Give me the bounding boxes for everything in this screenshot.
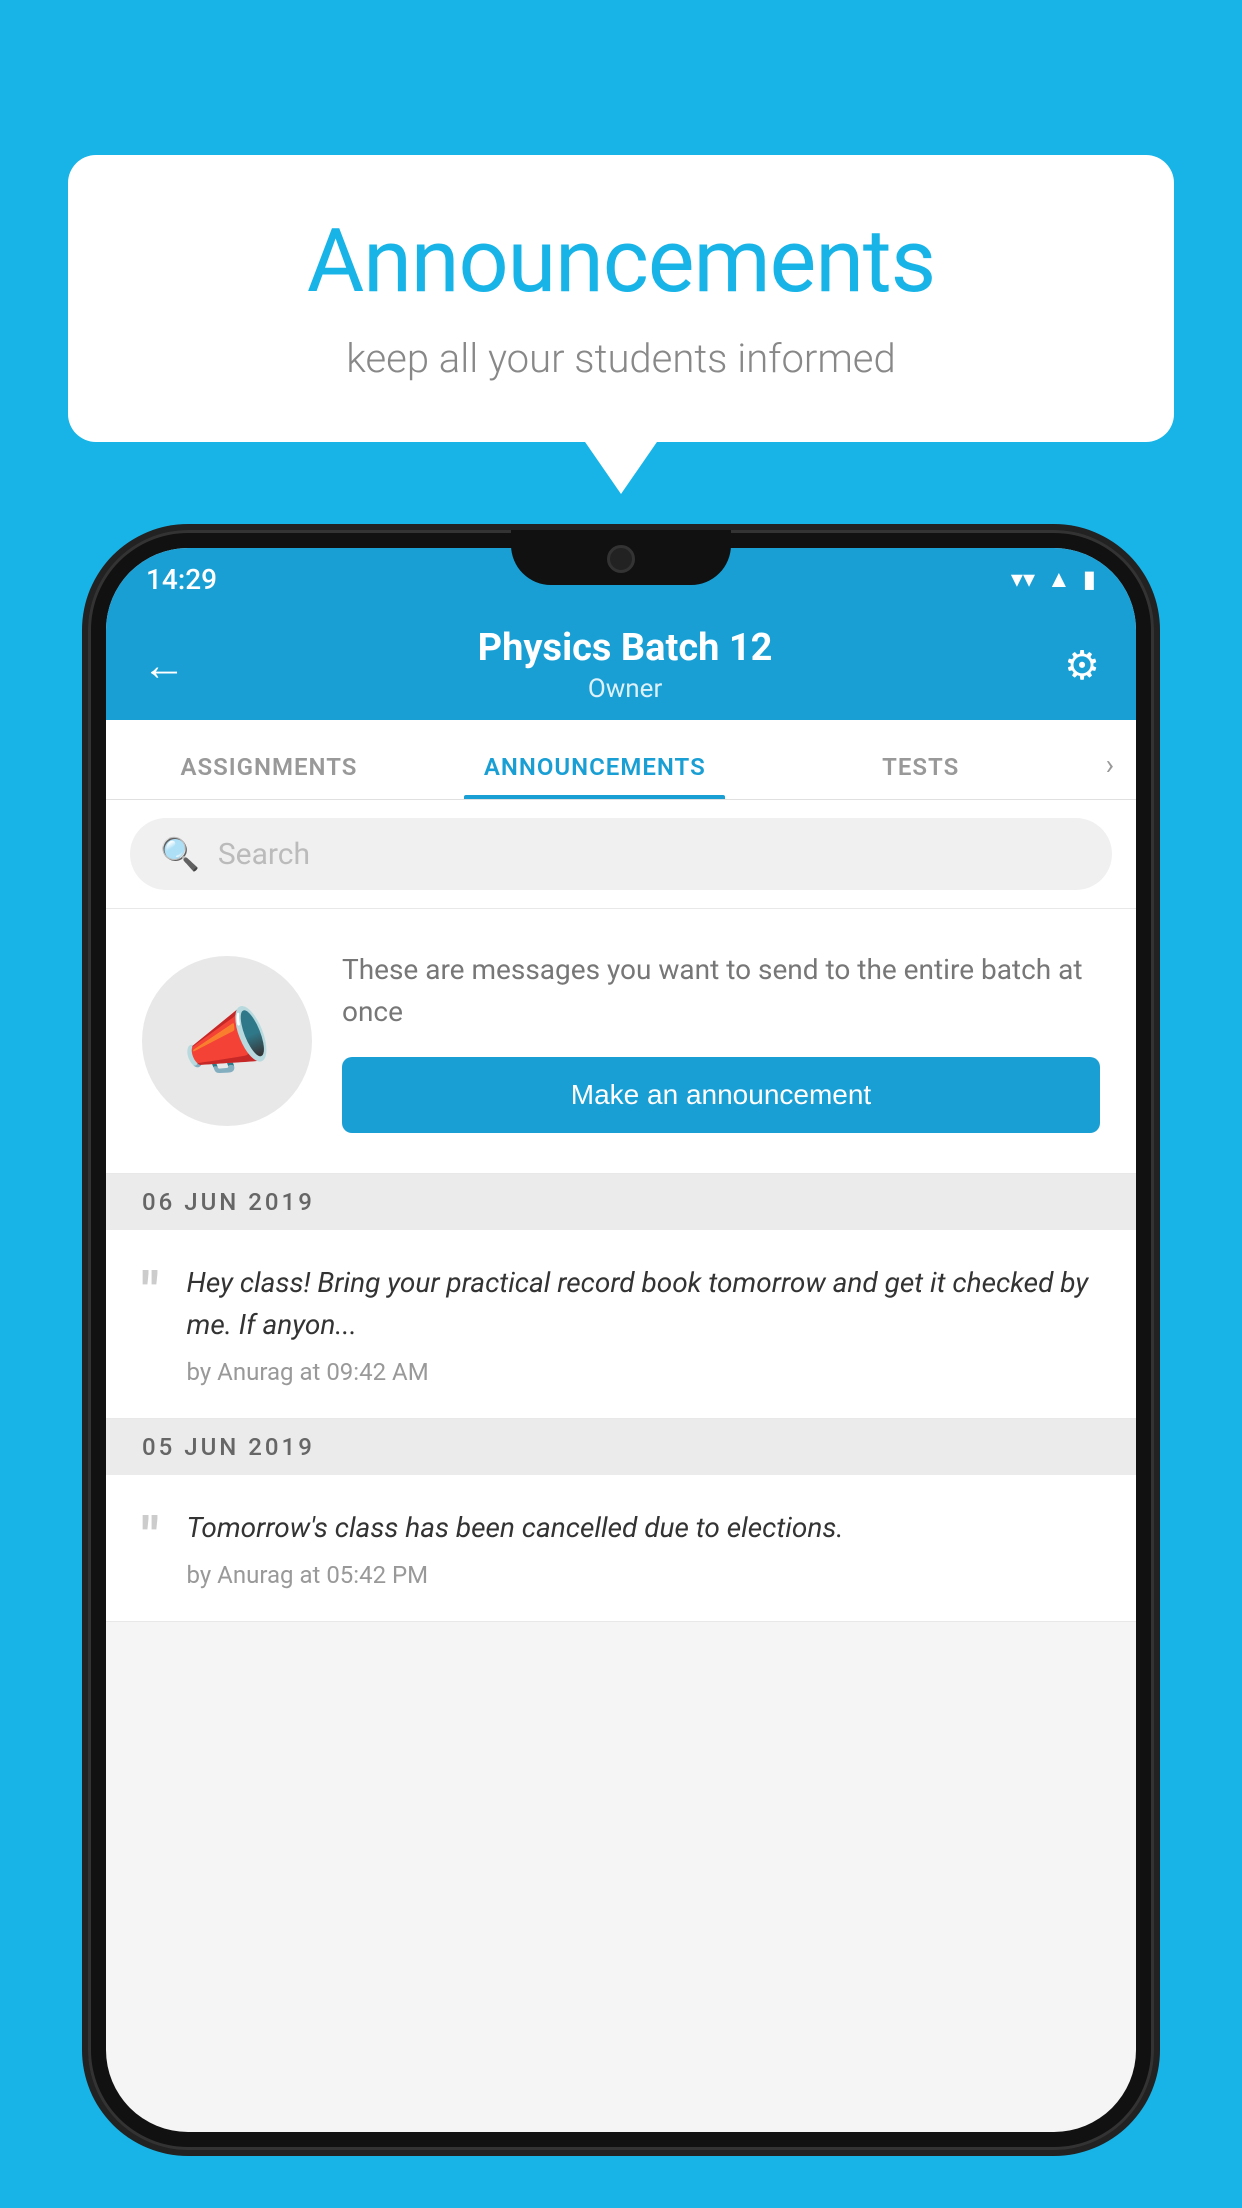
- tabs-bar: ASSIGNMENTS ANNOUNCEMENTS TESTS ›: [106, 720, 1136, 800]
- date-separator-1: 06 JUN 2019: [106, 1174, 1136, 1230]
- search-placeholder: Search: [218, 837, 310, 872]
- announcement-content-1: Hey class! Bring your practical record b…: [187, 1262, 1100, 1386]
- header-title: Physics Batch 12: [478, 626, 773, 670]
- signal-icon: ▲: [1047, 565, 1071, 594]
- tab-assignments[interactable]: ASSIGNMENTS: [106, 753, 432, 799]
- speech-bubble: Announcements keep all your students inf…: [68, 155, 1174, 442]
- header-subtitle: Owner: [478, 674, 773, 704]
- back-button[interactable]: ←: [142, 639, 186, 691]
- battery-icon: ▮: [1083, 565, 1096, 593]
- promo-content: These are messages you want to send to t…: [342, 949, 1100, 1133]
- phone-shell: 14:29 ▾▾ ▲ ▮ ← Physics Batch 12 Owner ⚙: [88, 530, 1154, 2150]
- bubble-subtitle: keep all your students informed: [128, 335, 1114, 382]
- phone-notch: [511, 530, 731, 585]
- megaphone-icon: 📣: [182, 999, 272, 1084]
- bubble-title: Announcements: [128, 210, 1114, 313]
- search-container: 🔍 Search: [106, 800, 1136, 909]
- wifi-icon: ▾▾: [1011, 565, 1035, 593]
- phone-screen: 14:29 ▾▾ ▲ ▮ ← Physics Batch 12 Owner ⚙: [106, 548, 1136, 2132]
- search-icon: 🔍: [160, 835, 200, 873]
- speech-bubble-section: Announcements keep all your students inf…: [68, 155, 1174, 442]
- announcement-item-1[interactable]: " Hey class! Bring your practical record…: [106, 1230, 1136, 1419]
- announcement-text-1: Hey class! Bring your practical record b…: [187, 1262, 1100, 1346]
- announcement-item-2[interactable]: " Tomorrow's class has been cancelled du…: [106, 1475, 1136, 1622]
- search-bar[interactable]: 🔍 Search: [130, 818, 1112, 890]
- phone-mockup: 14:29 ▾▾ ▲ ▮ ← Physics Batch 12 Owner ⚙: [88, 530, 1154, 2150]
- status-icons: ▾▾ ▲ ▮: [1011, 565, 1096, 594]
- promo-description: These are messages you want to send to t…: [342, 949, 1100, 1033]
- status-time: 14:29: [146, 563, 217, 596]
- announcement-icon-circle: 📣: [142, 956, 312, 1126]
- promo-card: 📣 These are messages you want to send to…: [106, 909, 1136, 1174]
- tab-announcements[interactable]: ANNOUNCEMENTS: [432, 753, 758, 799]
- quote-icon-1: ": [142, 1266, 159, 1318]
- phone-camera: [607, 545, 635, 573]
- tab-more[interactable]: ›: [1084, 748, 1136, 799]
- quote-icon-2: ": [142, 1511, 159, 1563]
- announcement-meta-1: by Anurag at 09:42 AM: [187, 1358, 1100, 1386]
- settings-icon[interactable]: ⚙: [1064, 642, 1100, 689]
- app-header: ← Physics Batch 12 Owner ⚙: [106, 610, 1136, 720]
- date-separator-2: 05 JUN 2019: [106, 1419, 1136, 1475]
- announcement-content-2: Tomorrow's class has been cancelled due …: [187, 1507, 844, 1589]
- header-center: Physics Batch 12 Owner: [478, 626, 773, 704]
- announcement-text-2: Tomorrow's class has been cancelled due …: [187, 1507, 844, 1549]
- make-announcement-button[interactable]: Make an announcement: [342, 1057, 1100, 1133]
- tab-tests[interactable]: TESTS: [758, 753, 1084, 799]
- announcement-meta-2: by Anurag at 05:42 PM: [187, 1561, 844, 1589]
